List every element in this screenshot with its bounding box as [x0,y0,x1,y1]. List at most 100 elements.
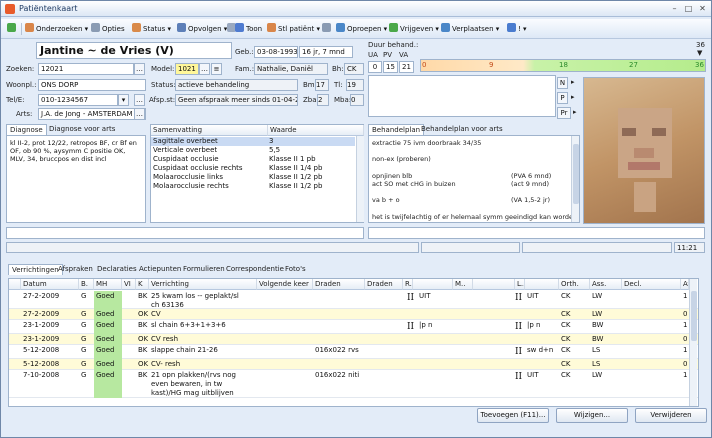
side-button-p[interactable]: P [557,92,568,104]
summary-row[interactable]: Molaarocclusie links Klasse II 1/2 pb [151,173,355,182]
side-button-pr[interactable]: Pr [557,107,571,119]
tab-behandelplan-arts[interactable]: Behandelplan voor arts [418,124,506,135]
add-button[interactable]: Toevoegen (F11)... [477,408,549,423]
grid-header[interactable]: Draden [365,279,403,290]
search-browse-button[interactable]: … [134,63,145,75]
summary-item: Cuspidaat occlusie [153,155,219,163]
edit-button[interactable]: Wijzigen... [556,408,628,423]
grid-scrollbar[interactable] [689,279,697,406]
summary-row[interactable]: Cuspidaat occlusie Klasse II 1 pb [151,155,355,164]
tab-actiepunten[interactable]: Actiepunten [136,264,184,275]
table-row[interactable]: 27-2-2009 G Goed BK 25 kwam los -- geplakt/s… [9,291,698,309]
cell-ass: BW [592,335,604,343]
diagnose-text[interactable]: kl II-2, prot 12/22, retropos BF, cr Bf … [6,135,146,223]
table-row[interactable]: 7-10-2008 G Goed BK 21 opn plakken/(rvs nog … [9,370,698,398]
cell-k: OK [138,360,149,368]
cell-datum: 23-1-2009 [23,335,60,343]
grid-header[interactable] [525,279,559,290]
grid-header[interactable]: K [136,279,149,290]
phone-browse-button[interactable]: … [134,94,145,106]
stl-patient-menu[interactable]: Stl patiënt ▾ [267,22,320,36]
tab-diagnose[interactable]: Diagnose [6,124,47,135]
alert-menu[interactable]: ! ▾ [507,22,527,36]
grid-header[interactable]: Ass. [590,279,622,290]
oproepen-menu[interactable]: Oproepen ▾ [336,22,387,36]
cell-l: II [515,322,523,332]
notes-area[interactable] [368,75,556,117]
summary-header-samenvatting[interactable]: Samenvatting [151,125,268,136]
behandelplan-text[interactable]: extractie 75 ivm doorbraak 34/35 non-ex (… [368,135,580,223]
grid-header[interactable]: Volgende keer [257,279,313,290]
grid-header[interactable]: B. [79,279,94,290]
scale-max: 36 [696,41,705,49]
grid-header[interactable]: MH [94,279,122,290]
table-row[interactable]: 27-2-2009 G Goed OK CV CK LW 0 [9,309,698,320]
summary-header-waarde[interactable]: Waarde [268,125,364,136]
cell-r2: UIT [419,292,431,300]
cell-mh: Goed [96,335,115,343]
maximize-icon[interactable]: □ [683,4,694,14]
go-up-icon[interactable] [7,22,18,36]
vrijgeven-menu[interactable]: Vrijgeven ▾ [389,22,439,36]
search-input[interactable]: 12021 [38,63,134,75]
model-list-icon[interactable]: ≡ [211,63,222,75]
phone-field[interactable]: 010-1234567 [38,94,118,106]
n-arrow-icon: ▸ [571,78,575,86]
grid-header[interactable]: M.. [453,279,473,290]
close-icon[interactable]: ✕ [697,4,708,14]
plan-line: het is twijfelachtig of er helemaal symm… [372,212,578,221]
cell-verr: CV [151,310,161,318]
grid-header[interactable] [413,279,453,290]
summary-row[interactable]: Verticale overbeet 5,5 [151,146,355,155]
summary-row[interactable]: Sagittale overbeet 3 [151,137,355,146]
toon-button[interactable]: Toon [235,22,262,36]
grid-header[interactable] [473,279,515,290]
cell-ass: LW [592,310,603,318]
grid-header[interactable]: Verrichting [149,279,257,290]
summary-row[interactable]: Molaarocclusie rechts Klasse II 1/2 pb [151,182,355,191]
diagnose-tabs: Diagnose Diagnose voor arts [6,124,146,135]
table-row[interactable]: 5-12-2008 G Goed BK slappe chain 21-26 016x02… [9,345,698,359]
tab-behandelplan[interactable]: Behandelplan [368,124,425,135]
onderzoeken-menu[interactable]: Onderzoeken ▾ [25,22,88,36]
verplaatsen-menu[interactable]: Verplaatsen ▾ [441,22,499,36]
grid-header[interactable]: R.. [403,279,413,290]
grid-header[interactable] [9,279,21,290]
opvolgen-menu[interactable]: Opvolgen ▾ [177,22,227,36]
table-row[interactable]: 23-1-2009 G Goed BK sl chain 6+3+1+3+6 II |p n… [9,320,698,334]
plan-scrollbar[interactable] [571,136,579,222]
cell-orth: CK [561,335,571,343]
list-icon[interactable] [322,22,333,36]
grid-header[interactable]: Orth. [559,279,590,290]
side-button-n[interactable]: N [557,77,568,89]
delete-button[interactable]: Verwijderen [635,408,707,423]
grid-header[interactable]: VI [122,279,136,290]
summary-row[interactable]: Cuspidaat occlusie rechts Klasse II 1/4 p… [151,164,355,173]
window-title: Patiëntenkaart [19,4,78,13]
grid-header[interactable]: Draden [313,279,365,290]
table-row[interactable]: 23-1-2009 G Goed OK CV resh CK BW 0 [9,334,698,345]
tab-diagnose-arts[interactable]: Diagnose voor arts [46,124,118,135]
tab-afspraken[interactable]: Afspraken [55,264,96,275]
tab-declaraties[interactable]: Declaraties [94,264,140,275]
summary-scrollbar[interactable] [356,136,364,222]
grid-header[interactable]: L.. [515,279,525,290]
cell-l: II [515,347,523,357]
model-field[interactable]: 1021 [175,63,199,75]
table-row[interactable]: 5-12-2008 G Goed OK CV- resh CK LS 0 [9,359,698,370]
grid-header[interactable]: Datum [21,279,79,290]
tab-correspondentie[interactable]: Correspondentie [223,264,287,275]
model-browse-button[interactable]: … [199,63,210,75]
grid-header[interactable]: Decl. [622,279,681,290]
doctor-browse-button[interactable]: … [134,108,145,120]
phone-dropdown-icon[interactable]: ▾ [118,94,129,106]
minimize-icon[interactable]: – [669,4,680,14]
grid-header[interactable]: Af [681,279,689,290]
cell-r2: |p n [419,321,433,329]
cell-datum: 7-10-2008 [23,371,60,379]
tab-formulieren[interactable]: Formulieren [180,264,228,275]
cell-af: 0 [683,360,688,368]
status-menu[interactable]: Status ▾ [132,22,171,36]
tab-fotos[interactable]: Foto's [282,264,309,275]
opties-button[interactable]: Opties [91,22,125,36]
